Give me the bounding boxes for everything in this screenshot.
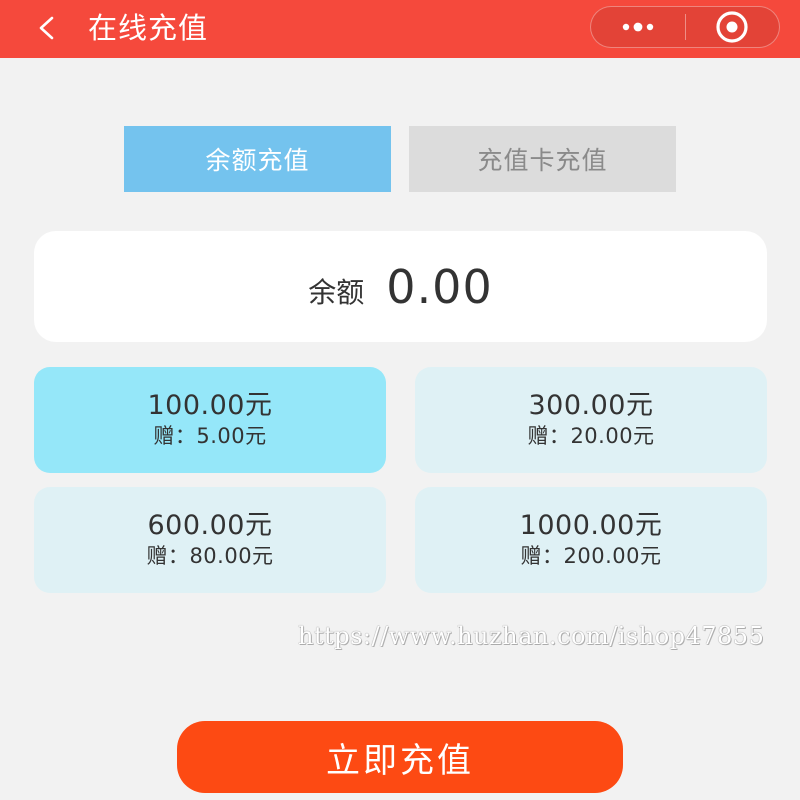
- bonus-label: 赠：: [527, 424, 571, 448]
- close-mini-program-button[interactable]: [686, 7, 780, 47]
- bonus-value: 5.00元: [196, 424, 267, 448]
- option-bonus: 赠：5.00元: [153, 422, 266, 450]
- option-bonus: 赠：20.00元: [527, 422, 654, 450]
- top-nav-bar: 在线充值: [0, 0, 800, 58]
- balance-card: 余额 0.00: [34, 231, 767, 342]
- option-amount: 1000.00元: [519, 510, 663, 541]
- recharge-option-100[interactable]: 100.00元 赠：5.00元: [34, 367, 386, 473]
- back-button[interactable]: [26, 8, 66, 48]
- recharge-option-1000[interactable]: 1000.00元 赠：200.00元: [415, 487, 767, 593]
- page-title: 在线充值: [88, 11, 209, 45]
- mini-program-capsule: [590, 6, 780, 48]
- option-amount: 300.00元: [528, 390, 654, 421]
- more-button[interactable]: [591, 7, 685, 47]
- recharge-option-600[interactable]: 600.00元 赠：80.00元: [34, 487, 386, 593]
- bonus-value: 80.00元: [189, 544, 274, 568]
- bonus-value: 200.00元: [563, 544, 662, 568]
- chevron-left-icon: [39, 16, 54, 40]
- watermark-text: https://www.huzhan.com/ishop47855: [298, 622, 765, 650]
- bonus-label: 赠：: [146, 544, 190, 568]
- tab-balance-recharge[interactable]: 余额充值: [124, 126, 391, 192]
- option-bonus: 赠：200.00元: [521, 542, 662, 570]
- bonus-label: 赠：: [153, 424, 197, 448]
- bonus-value: 20.00元: [570, 424, 655, 448]
- tab-card-recharge[interactable]: 充值卡充值: [409, 126, 676, 192]
- option-amount: 600.00元: [147, 510, 273, 541]
- recharge-option-300[interactable]: 300.00元 赠：20.00元: [415, 367, 767, 473]
- balance-label: 余额: [308, 275, 365, 309]
- recharge-now-button[interactable]: 立即充值: [177, 721, 623, 793]
- recharge-type-tabs: 余额充值 充值卡充值: [124, 126, 676, 192]
- option-bonus: 赠：80.00元: [146, 542, 273, 570]
- target-circle-icon: [716, 11, 748, 43]
- more-dots-icon: [622, 22, 653, 32]
- option-amount: 100.00元: [147, 390, 273, 421]
- bonus-label: 赠：: [520, 544, 564, 568]
- balance-value: 0.00: [386, 259, 493, 314]
